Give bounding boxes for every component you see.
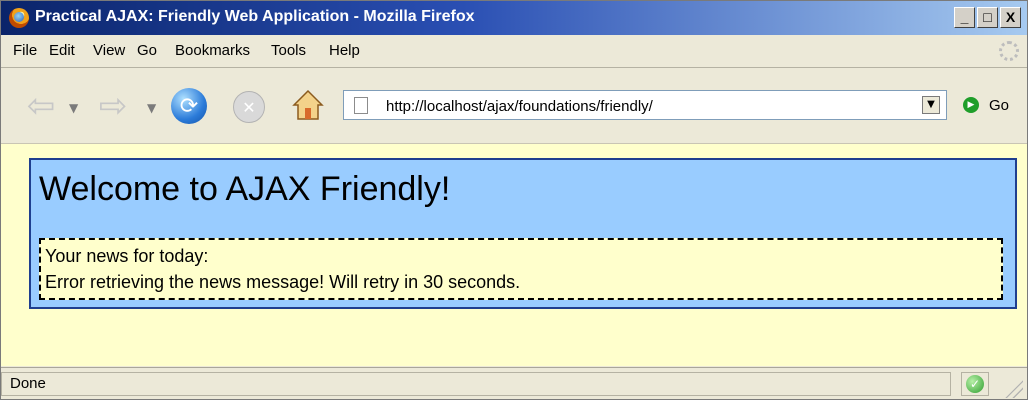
news-title: Your news for today: — [45, 246, 209, 266]
menu-help[interactable]: Help — [329, 35, 360, 67]
menu-go[interactable]: Go — [137, 35, 157, 67]
activity-throbber-icon — [999, 41, 1019, 61]
go-icon: ▶ — [963, 97, 979, 113]
page-icon — [354, 97, 368, 114]
menu-bar: File Edit View Go Bookmarks Tools Help — [1, 35, 1027, 68]
go-button[interactable]: ▶ Go — [963, 93, 1027, 117]
address-dropdown-icon[interactable]: ▼ — [922, 96, 940, 114]
forward-dropdown-icon[interactable]: ▼ — [147, 101, 156, 115]
navigation-toolbar: ⇦ ▼ ⇨ ▼ ⟳ ✕ ▼ ▶ Go — [1, 68, 1027, 144]
menu-tools[interactable]: Tools — [271, 35, 306, 67]
window-title: Practical AJAX: Friendly Web Application… — [35, 8, 475, 25]
page-title: Welcome to AJAX Friendly! — [39, 170, 451, 208]
welcome-panel: Welcome to AJAX Friendly! Your news for … — [29, 158, 1017, 309]
browser-window: Practical AJAX: Friendly Web Application… — [0, 0, 1028, 400]
address-input[interactable] — [384, 94, 908, 118]
close-button[interactable]: X — [1000, 7, 1021, 28]
news-message: Error retrieving the news message! Will … — [45, 272, 521, 292]
check-icon: ✓ — [966, 375, 984, 393]
reload-icon[interactable]: ⟳ — [171, 88, 207, 124]
menu-edit[interactable]: Edit — [49, 35, 75, 67]
title-bar[interactable]: Practical AJAX: Friendly Web Application… — [1, 1, 1027, 35]
go-label: Go — [989, 96, 1010, 114]
back-icon[interactable]: ⇦ — [21, 89, 61, 123]
status-text: Done — [1, 372, 951, 396]
address-bar[interactable]: ▼ — [343, 90, 947, 120]
page-content: Welcome to AJAX Friendly! Your news for … — [1, 144, 1027, 366]
maximize-button[interactable]: □ — [977, 7, 998, 28]
menu-view[interactable]: View — [93, 35, 125, 67]
status-bar: Done ✓ — [1, 367, 1027, 399]
resize-grip-icon[interactable] — [1005, 380, 1023, 398]
forward-icon[interactable]: ⇨ — [93, 89, 133, 123]
back-dropdown-icon[interactable]: ▼ — [69, 101, 78, 115]
menu-bookmarks[interactable]: Bookmarks — [175, 35, 250, 67]
status-indicator: ✓ — [961, 372, 989, 396]
news-box: Your news for today: Error retrieving th… — [39, 238, 1003, 300]
firefox-logo-icon — [9, 8, 29, 28]
menu-file[interactable]: File — [13, 35, 37, 67]
window-controls: _ □ X — [952, 7, 1021, 28]
minimize-button[interactable]: _ — [954, 7, 975, 28]
home-icon[interactable] — [291, 88, 325, 122]
stop-icon[interactable]: ✕ — [233, 91, 265, 123]
